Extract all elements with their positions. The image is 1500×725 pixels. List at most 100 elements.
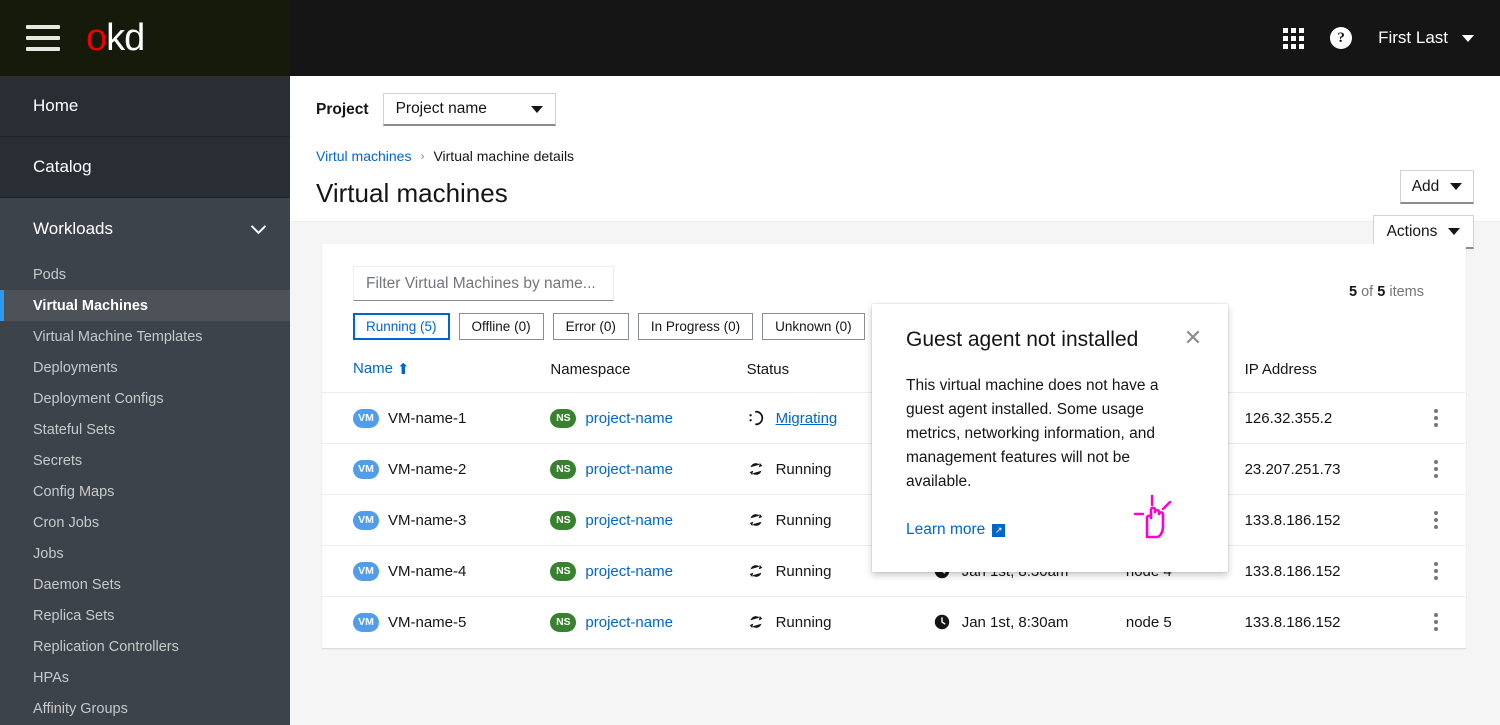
popover-title: Guest agent not installed: [906, 328, 1139, 351]
cell-ip: 133.8.186.152: [1245, 597, 1406, 648]
help-glyph: ?: [1337, 29, 1345, 46]
cell-actions: [1406, 393, 1466, 444]
namespace-link[interactable]: project-name: [585, 410, 673, 427]
sidebar-item-label: Affinity Groups: [33, 700, 128, 717]
breadcrumb-parent-link[interactable]: Virtul machines: [316, 148, 411, 164]
ip-value: 133.8.186.152: [1244, 562, 1341, 580]
sidebar-item-secrets[interactable]: Secrets: [0, 445, 290, 476]
sidebar-item-label: Config Maps: [33, 483, 115, 500]
clock-icon: [934, 615, 949, 630]
sidebar-item-label: Daemon Sets: [33, 576, 121, 593]
logo-letter-o: o: [86, 17, 107, 59]
chip-label: Error (0): [565, 319, 616, 334]
sidebar-item-label: Replica Sets: [33, 607, 115, 624]
sidebar-item-affinity-groups[interactable]: Affinity Groups: [0, 693, 290, 724]
status-value: Running: [775, 460, 832, 478]
namespace-link[interactable]: project-name: [585, 563, 673, 580]
table-row[interactable]: VM VM-name-5 NS project-name Running Jan 1…: [322, 596, 1466, 648]
namespace-link[interactable]: project-name: [585, 512, 673, 529]
chip-error[interactable]: Error (0): [552, 313, 629, 340]
user-menu[interactable]: First Last: [1378, 28, 1474, 48]
cell-ip: 23.207.251.73: [1245, 444, 1406, 495]
sidebar-item-stateful-sets[interactable]: Stateful Sets: [0, 414, 290, 445]
sidebar-item-label: Virtual Machine Templates: [33, 328, 203, 345]
grid-icon[interactable]: [1283, 27, 1305, 49]
chip-running[interactable]: Running (5): [353, 313, 450, 340]
kebab-menu-icon[interactable]: [1406, 409, 1466, 427]
project-select-value: Project name: [395, 100, 487, 117]
vm-badge: VM: [353, 510, 379, 530]
kebab-menu-icon[interactable]: [1406, 460, 1466, 478]
sidebar-item-catalog[interactable]: Catalog: [0, 137, 290, 198]
kebab-menu-icon[interactable]: [1406, 562, 1466, 580]
sidebar-item-label: Secrets: [33, 452, 83, 469]
sidebar-item-virtual-machine-templates[interactable]: Virtual Machine Templates: [0, 321, 290, 352]
column-label: Namespace: [550, 361, 631, 378]
cell-actions: [1406, 546, 1466, 597]
sidebar-item-deployment-configs[interactable]: Deployment Configs: [0, 383, 290, 414]
cell-name: VM VM-name-1: [322, 393, 550, 444]
column-header-name[interactable]: Name ⬆: [322, 360, 550, 393]
vm-badge: VM: [353, 408, 379, 428]
cell-namespace: NS project-name: [550, 597, 746, 648]
sidebar-item-jobs[interactable]: Jobs: [0, 538, 290, 569]
sort-ascending-icon: ⬆: [397, 361, 410, 378]
migrating-spinner-icon: [749, 410, 763, 426]
column-label: Name: [353, 360, 394, 377]
sidebar-section-workloads[interactable]: Workloads: [0, 198, 290, 259]
guest-agent-popover: Guest agent not installed ✕ This virtual…: [872, 304, 1228, 572]
cell-namespace: NS project-name: [550, 546, 746, 597]
sidebar-item-label: Stateful Sets: [33, 421, 116, 438]
sidebar-item-pods[interactable]: Pods: [0, 259, 290, 290]
sidebar-item-label: HPAs: [33, 669, 69, 686]
breadcrumb: Virtul machines › Virtual machine detail…: [290, 126, 1500, 164]
sidebar-item-deployments[interactable]: Deployments: [0, 352, 290, 383]
chip-label: Running (5): [366, 319, 437, 334]
cell-ip: 126.32.355.2: [1245, 393, 1406, 444]
close-icon[interactable]: ✕: [1182, 327, 1204, 350]
vm-badge: VM: [353, 612, 379, 632]
project-select[interactable]: Project name: [382, 93, 556, 126]
kebab-menu-icon[interactable]: [1406, 613, 1466, 632]
ns-badge: NS: [550, 510, 577, 530]
namespace-link[interactable]: project-name: [585, 614, 673, 631]
project-label: Project: [316, 100, 369, 118]
ns-badge: NS: [550, 459, 577, 479]
main-content: Project Project name Add Virtul machines…: [290, 76, 1500, 725]
filter-input[interactable]: [353, 266, 614, 301]
hamburger-icon[interactable]: [26, 25, 60, 51]
okd-logo[interactable]: okd: [86, 17, 145, 59]
sidebar-item-config-maps[interactable]: Config Maps: [0, 476, 290, 507]
column-header-namespace[interactable]: Namespace: [550, 360, 746, 393]
sidebar-item-label: Replication Controllers: [33, 638, 179, 655]
status-link[interactable]: Migrating: [776, 410, 838, 427]
sidebar-item-cron-jobs[interactable]: Cron Jobs: [0, 507, 290, 538]
namespace-link[interactable]: project-name: [585, 461, 673, 478]
sidebar-item-home[interactable]: Home: [0, 76, 290, 137]
sidebar-item-label: Cron Jobs: [33, 514, 100, 531]
chevron-down-icon: [1462, 34, 1474, 42]
help-icon[interactable]: ?: [1330, 27, 1353, 49]
sidebar-item-virtual-machines[interactable]: Virtual Machines: [0, 290, 290, 321]
cell-namespace: NS project-name: [550, 495, 746, 546]
vm-name: VM-name-4: [388, 562, 467, 580]
sidebar-item-replication-controllers[interactable]: Replication Controllers: [0, 631, 290, 662]
sidebar-item-label: Catalog: [33, 157, 92, 176]
sidebar-item-replica-sets[interactable]: Replica Sets: [0, 600, 290, 631]
vm-badge: VM: [353, 561, 379, 581]
created-value: Jan 1st, 8:30am: [961, 613, 1069, 631]
chip-unknown[interactable]: Unknown (0): [762, 313, 865, 340]
kebab-menu-icon[interactable]: [1406, 511, 1466, 529]
chip-offline[interactable]: Offline (0): [458, 313, 544, 340]
ip-value: 133.8.186.152: [1244, 511, 1341, 529]
status-value: Running: [775, 613, 832, 631]
cell-namespace: NS project-name: [550, 393, 746, 444]
chip-in-progress[interactable]: In Progress (0): [637, 313, 754, 340]
column-header-ip-address[interactable]: IP Address: [1245, 360, 1406, 393]
vm-name: VM-name-3: [388, 511, 467, 529]
sidebar-item-hpas[interactable]: HPAs: [0, 662, 290, 693]
sidebar-item-label: Home: [33, 96, 79, 115]
learn-more-link[interactable]: Learn more ↗: [906, 521, 1006, 539]
node-value: node 5: [1125, 613, 1172, 631]
sidebar-item-daemon-sets[interactable]: Daemon Sets: [0, 569, 290, 600]
